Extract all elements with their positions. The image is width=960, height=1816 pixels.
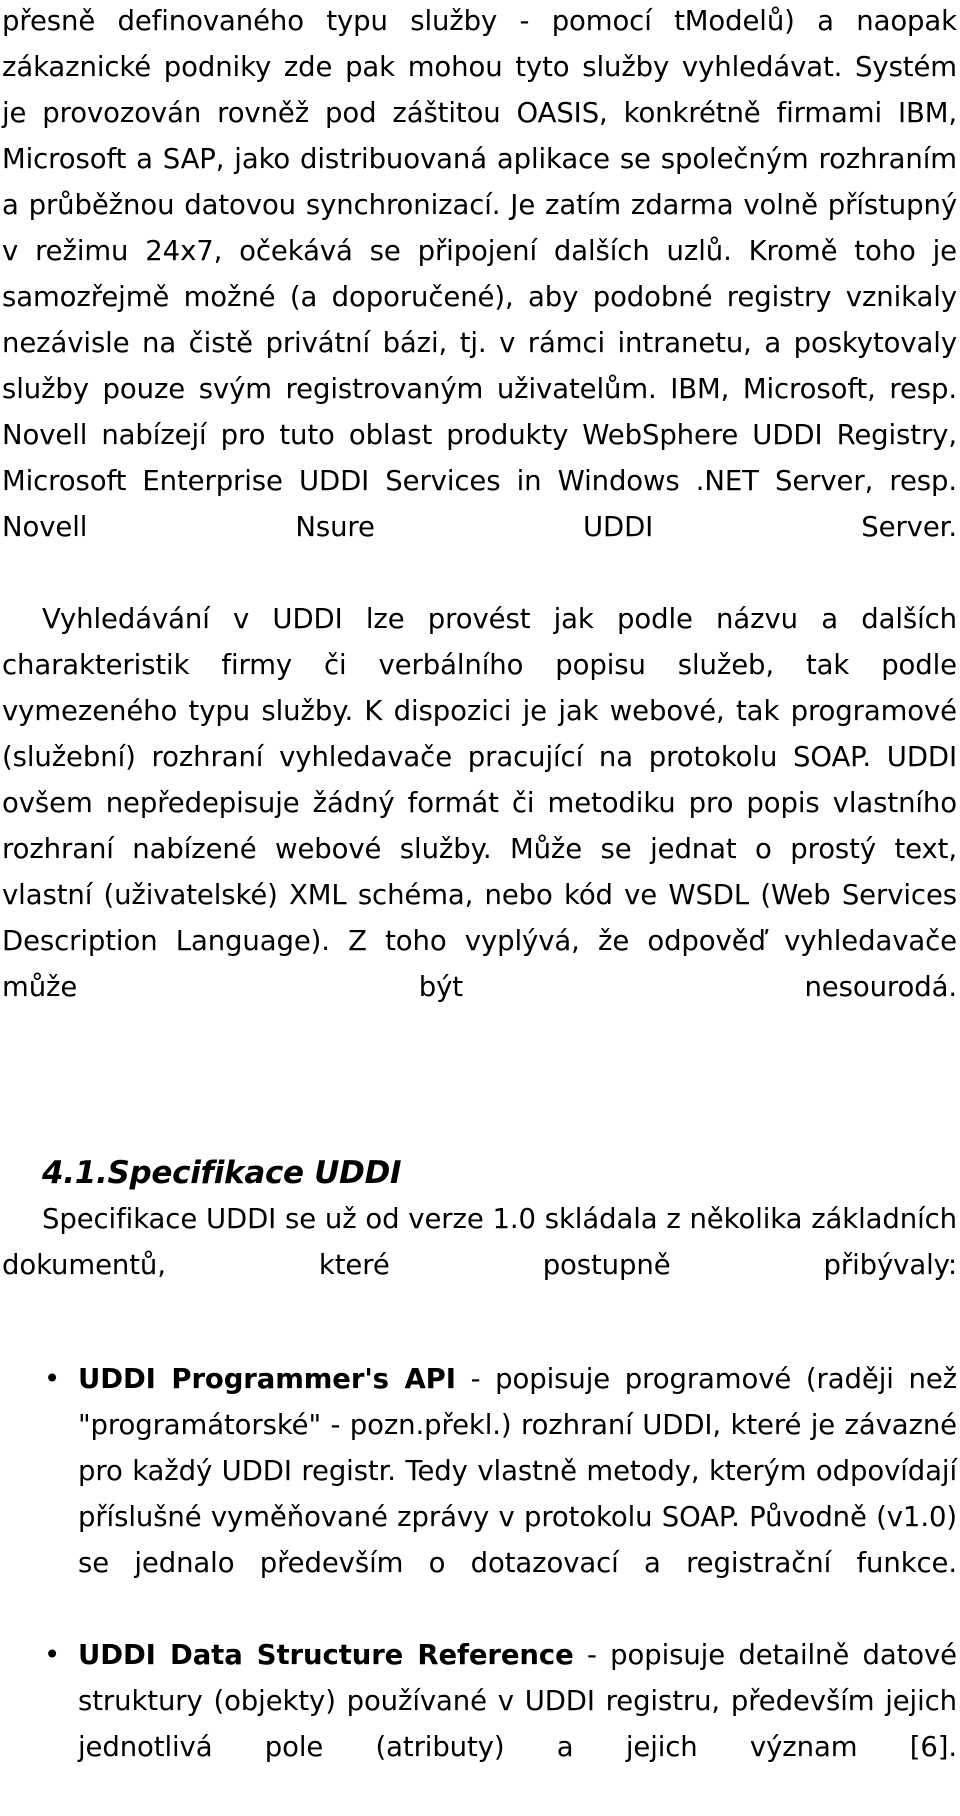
list-item: • UDDI Programmer's API - popisuje progra… bbox=[2, 1356, 957, 1632]
document-page: přesně definovaného typu služby - pomocí… bbox=[0, 0, 960, 1763]
page-text-block: přesně definovaného typu služby - pomocí… bbox=[2, 0, 957, 1816]
paragraph-2: Vyhledávání v UDDI lze provést jak podle… bbox=[2, 603, 957, 1003]
specification-documents-list: • UDDI Programmer's API - popisuje progra… bbox=[2, 1356, 957, 1816]
list-item-term: UDDI Data Structure Reference bbox=[78, 1639, 574, 1671]
section-intro-paragraph: Specifikace UDDI se už od verze 1.0 sklá… bbox=[2, 1203, 957, 1281]
list-item-description: - popisuje programové (raději než "progr… bbox=[78, 1363, 957, 1579]
list-item-term: UDDI Programmer's API bbox=[78, 1363, 456, 1395]
bullet-icon: • bbox=[44, 1639, 61, 1671]
bullet-icon: • bbox=[44, 1363, 61, 1395]
list-gap bbox=[2, 1334, 957, 1356]
paragraph-1: přesně definovaného typu služby - pomocí… bbox=[2, 5, 957, 543]
section-heading: 4.1.Specifikace UDDI bbox=[42, 1155, 402, 1191]
list-item: • UDDI Data Structure Reference - popisuj… bbox=[2, 1632, 957, 1816]
